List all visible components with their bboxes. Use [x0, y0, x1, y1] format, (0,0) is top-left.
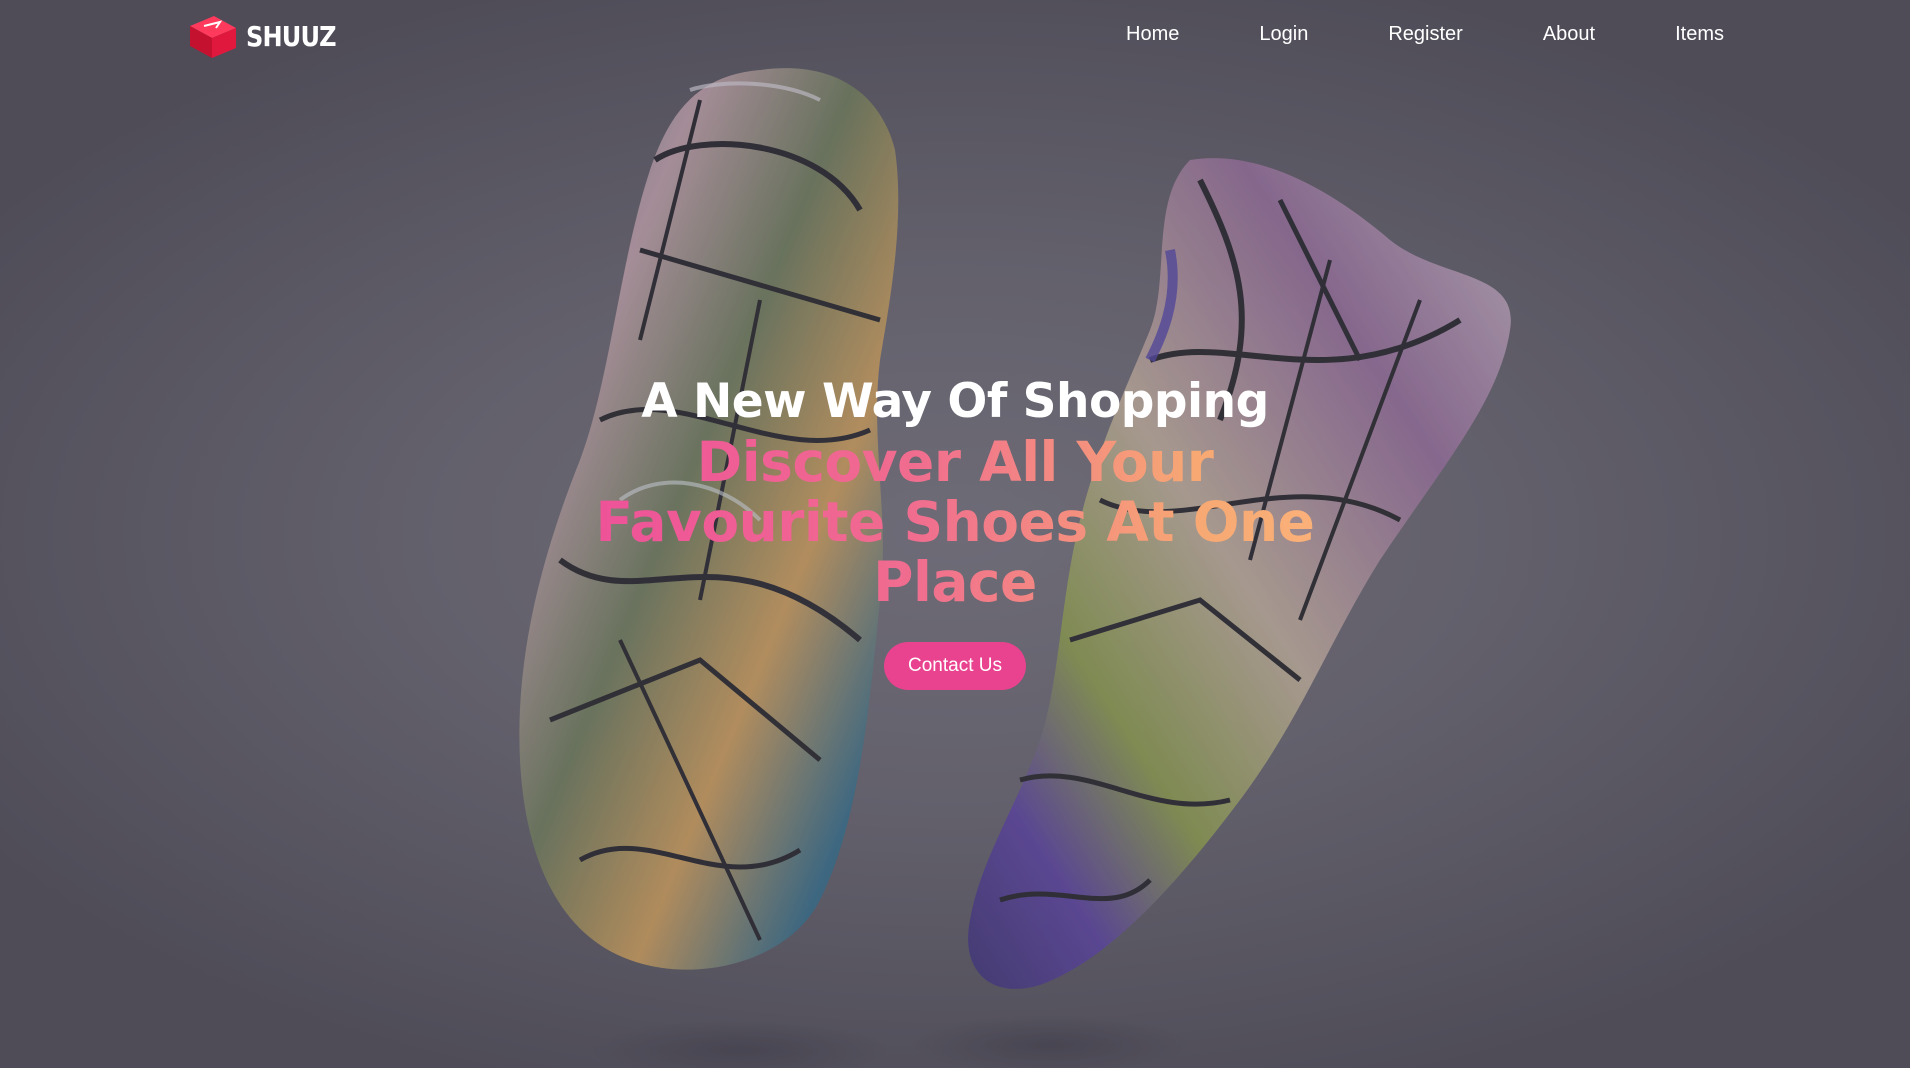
- hero-headline-line-1: Discover All Your: [696, 430, 1214, 494]
- nav-about-link[interactable]: About: [1543, 20, 1595, 48]
- landing-page: SHUUZ Home Login Register About Items A …: [0, 0, 1910, 1068]
- brand-home-link[interactable]: SHUUZ: [186, 12, 350, 60]
- nav-items-link[interactable]: Items: [1675, 20, 1724, 48]
- hero-section: A New Way Of Shopping Discover All Your …: [555, 372, 1355, 690]
- hero-tagline: A New Way Of Shopping: [641, 374, 1269, 429]
- top-navbar: SHUUZ Home Login Register About Items: [0, 0, 1910, 72]
- nav-home-link[interactable]: Home: [1126, 20, 1179, 48]
- hero-headline: Discover All Your Favourite Shoes At One…: [555, 432, 1355, 612]
- shoebox-logo-icon: [190, 16, 236, 58]
- brand-name: SHUUZ: [246, 19, 337, 53]
- hero-headline-line-2: Favourite Shoes At One: [595, 490, 1315, 554]
- hero-headline-line-3: Place: [873, 550, 1037, 614]
- nav-login-link[interactable]: Login: [1259, 20, 1308, 48]
- contact-us-button[interactable]: Contact Us: [884, 642, 1026, 690]
- nav-register-link[interactable]: Register: [1388, 20, 1462, 48]
- main-nav: Home Login Register About Items: [1046, 20, 1724, 48]
